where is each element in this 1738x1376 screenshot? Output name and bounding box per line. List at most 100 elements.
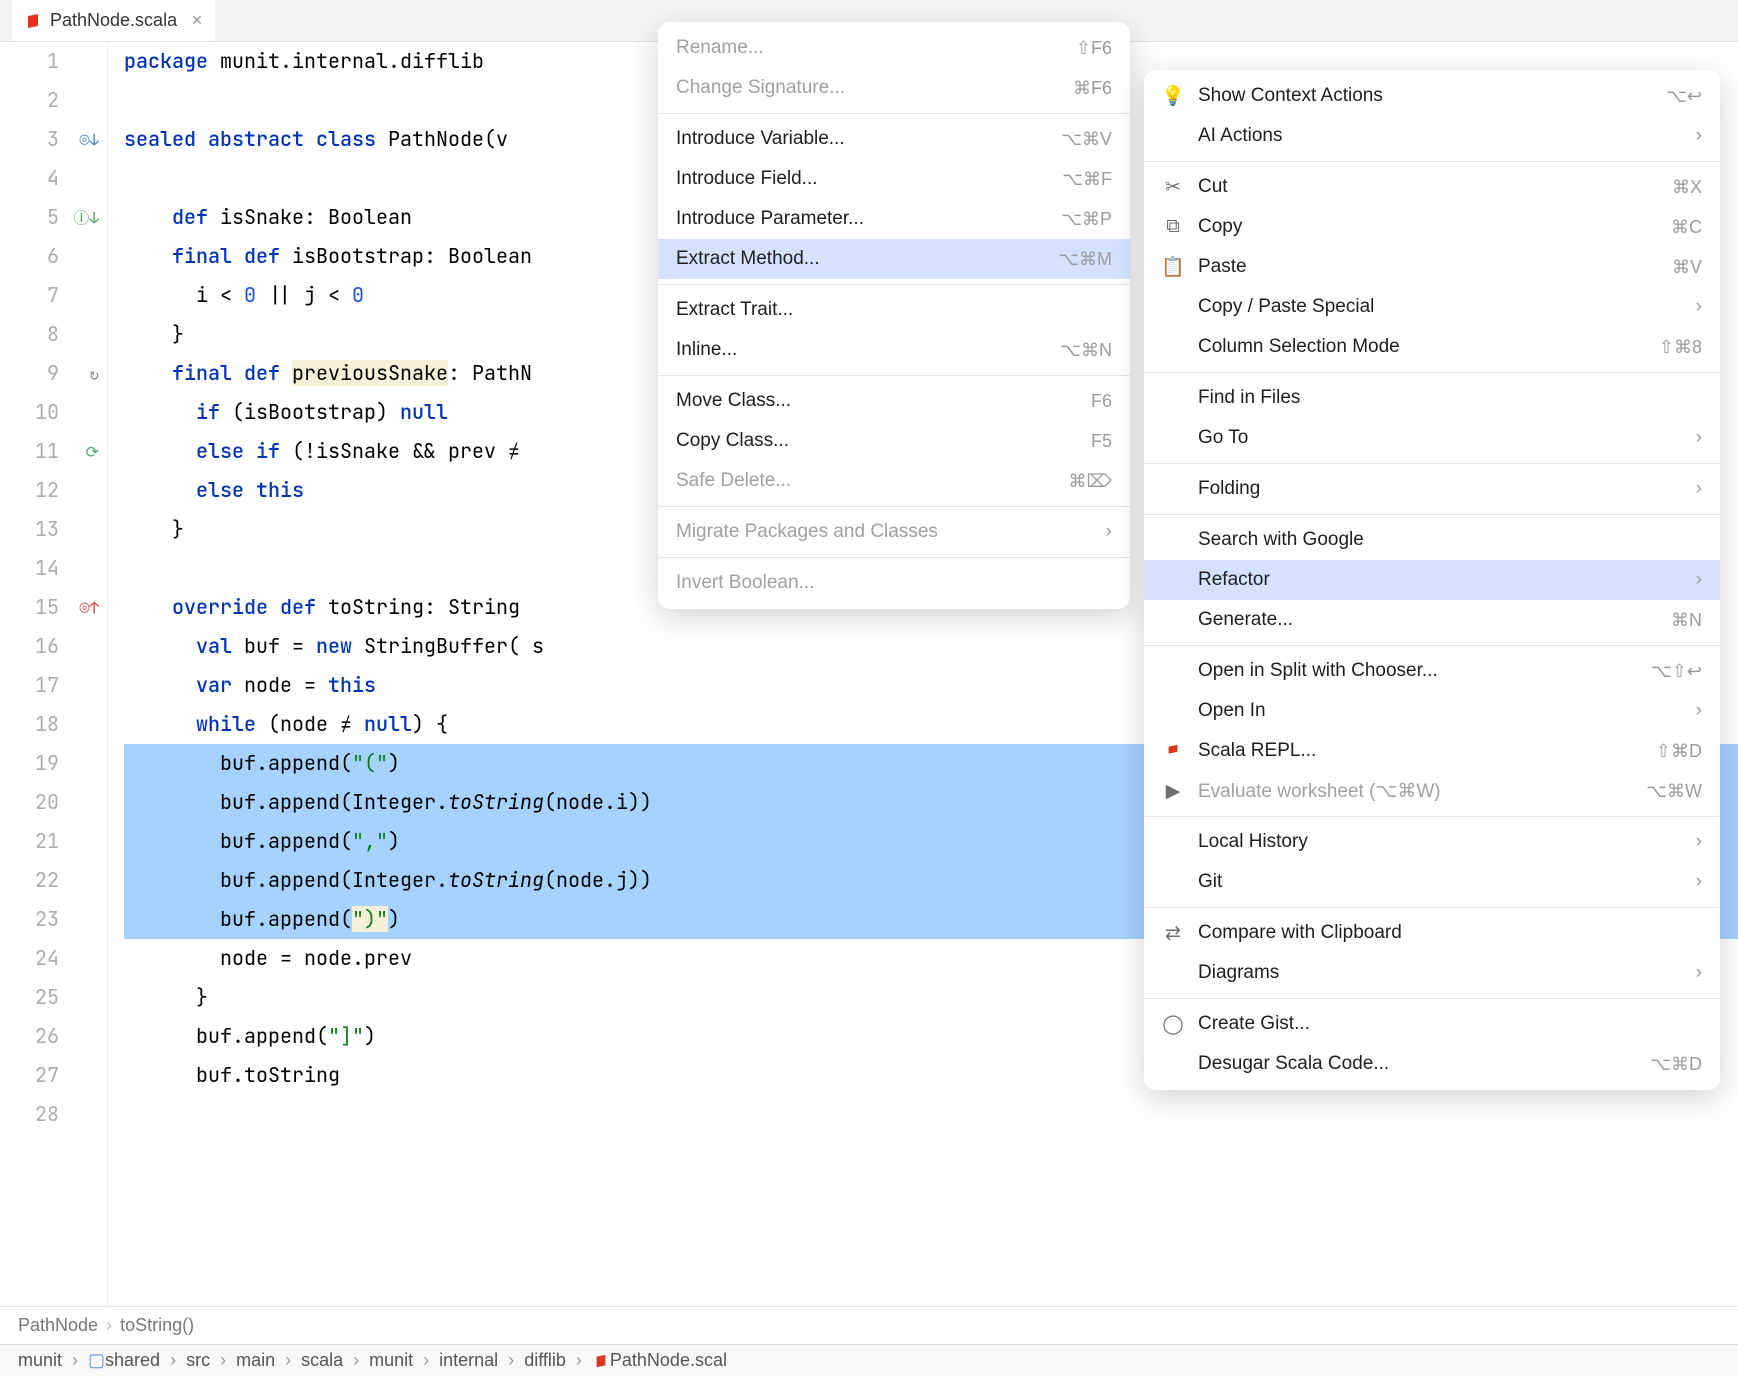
menu-separator (1144, 463, 1720, 464)
chevron-right-icon: › (285, 1350, 291, 1371)
target-icon[interactable]: ◎↓ (80, 120, 99, 159)
scala-file-icon (24, 12, 42, 30)
chevron-right-icon: › (423, 1350, 429, 1371)
chevron-right-icon: › (508, 1350, 514, 1371)
line-number: 22 (0, 861, 59, 900)
menu-separator (658, 375, 1130, 376)
recursive-icon[interactable]: ↻ (89, 354, 99, 393)
line-number: 27 (0, 1056, 59, 1095)
nav-item[interactable]: PathNode.scal (610, 1350, 727, 1371)
find-in-files-item[interactable]: Find in Files (1144, 378, 1720, 418)
copy-icon: ⧉ (1162, 216, 1184, 238)
line-number: 17 (0, 666, 59, 705)
desugar-item[interactable]: Desugar Scala Code...⌥⌘D (1144, 1044, 1720, 1084)
chevron-right-icon: › (1696, 125, 1702, 147)
clipboard-icon: 📋 (1162, 255, 1184, 279)
menu-separator (1144, 907, 1720, 908)
search-google-item[interactable]: Search with Google (1144, 520, 1720, 560)
nav-item[interactable]: scala (301, 1350, 343, 1371)
tab-close-icon[interactable]: ✕ (191, 12, 203, 29)
refactor-item[interactable]: Refactor› (1144, 560, 1720, 600)
scala-icon (1162, 744, 1184, 758)
nav-item[interactable]: munit (369, 1350, 413, 1371)
line-number: 2 (0, 81, 59, 120)
chevron-right-icon: › (1696, 962, 1702, 984)
scala-repl-item[interactable]: Scala REPL...⇧⌘D (1144, 731, 1720, 771)
nav-item[interactable]: main (236, 1350, 275, 1371)
line-number: 16 (0, 627, 59, 666)
line-number: 23 (0, 900, 59, 939)
go-to-item[interactable]: Go To› (1144, 418, 1720, 458)
editor-context-menu: 💡Show Context Actions⌥↩ AI Actions› ✂Cut… (1144, 70, 1720, 1090)
code-line (124, 1095, 1738, 1134)
local-history-item[interactable]: Local History› (1144, 822, 1720, 862)
generate-item[interactable]: Generate...⌘N (1144, 600, 1720, 640)
editor-tab[interactable]: PathNode.scala ✕ (12, 0, 215, 41)
breadcrumb-item[interactable]: toString() (120, 1315, 194, 1336)
chevron-right-icon: › (1696, 871, 1702, 893)
create-gist-item[interactable]: ◯Create Gist... (1144, 1004, 1720, 1044)
ai-actions-item[interactable]: AI Actions› (1144, 116, 1720, 156)
change-signature-item[interactable]: Change Signature...⌘F6 (658, 68, 1130, 108)
rename-item[interactable]: Rename...⇧F6 (658, 28, 1130, 68)
move-class-item[interactable]: Move Class...F6 (658, 381, 1130, 421)
line-number: 28 (0, 1095, 59, 1134)
inline-item[interactable]: Inline...⌥⌘N (658, 330, 1130, 370)
safe-delete-item[interactable]: Safe Delete...⌘⌦ (658, 461, 1130, 501)
invert-boolean-item[interactable]: Invert Boolean... (658, 563, 1130, 603)
scissors-icon: ✂ (1162, 176, 1184, 199)
chevron-right-icon: › (1696, 700, 1702, 722)
chevron-right-icon: › (220, 1350, 226, 1371)
git-item[interactable]: Git› (1144, 862, 1720, 902)
impl-icon[interactable]: Ⓘ↓ (73, 198, 99, 237)
github-icon: ◯ (1162, 1013, 1184, 1036)
nav-item[interactable]: internal (439, 1350, 498, 1371)
copy-class-item[interactable]: Copy Class...F5 (658, 421, 1130, 461)
open-split-item[interactable]: Open in Split with Chooser...⌥⇧↩ (1144, 651, 1720, 691)
chevron-right-icon: › (1696, 296, 1702, 318)
line-number: 26 (0, 1017, 59, 1056)
recursive-icon[interactable]: ⟳ (86, 432, 99, 471)
open-in-item[interactable]: Open In› (1144, 691, 1720, 731)
chevron-right-icon: › (1696, 831, 1702, 853)
introduce-variable-item[interactable]: Introduce Variable...⌥⌘V (658, 119, 1130, 159)
folding-item[interactable]: Folding› (1144, 469, 1720, 509)
menu-separator (1144, 816, 1720, 817)
nav-item[interactable]: difflib (524, 1350, 566, 1371)
line-number: 12 (0, 471, 59, 510)
nav-item[interactable]: src (186, 1350, 210, 1371)
chevron-right-icon: › (106, 1315, 112, 1336)
menu-separator (1144, 514, 1720, 515)
show-context-actions-item[interactable]: 💡Show Context Actions⌥↩ (1144, 76, 1720, 116)
copy-item[interactable]: ⧉Copy⌘C (1144, 207, 1720, 247)
editor-breadcrumb: PathNode › toString() (0, 1306, 1738, 1344)
menu-separator (658, 557, 1130, 558)
line-number: 8 (0, 315, 59, 354)
nav-breadcrumb: munit › ▢ shared › src › main › scala › munit… (0, 1344, 1738, 1376)
line-number: 18 (0, 705, 59, 744)
cut-item[interactable]: ✂Cut⌘X (1144, 167, 1720, 207)
extract-trait-item[interactable]: Extract Trait... (658, 290, 1130, 330)
override-icon[interactable]: ◎↑ (80, 588, 99, 627)
line-number: 11⟳ (0, 432, 59, 471)
extract-method-item[interactable]: Extract Method...⌥⌘M (658, 239, 1130, 279)
line-number: 9↻ (0, 354, 59, 393)
diagrams-item[interactable]: Diagrams› (1144, 953, 1720, 993)
nav-item[interactable]: shared (105, 1350, 160, 1371)
nav-item[interactable]: munit (18, 1350, 62, 1371)
chevron-right-icon: › (170, 1350, 176, 1371)
chevron-right-icon: › (353, 1350, 359, 1371)
migrate-item[interactable]: Migrate Packages and Classes› (658, 512, 1130, 552)
compare-clipboard-item[interactable]: ⇄Compare with Clipboard (1144, 913, 1720, 953)
line-number: 10 (0, 393, 59, 432)
menu-separator (1144, 372, 1720, 373)
column-selection-item[interactable]: Column Selection Mode⇧⌘8 (1144, 327, 1720, 367)
folder-icon: ▢ (88, 1350, 105, 1371)
introduce-parameter-item[interactable]: Introduce Parameter...⌥⌘P (658, 199, 1130, 239)
evaluate-worksheet-item[interactable]: ▶Evaluate worksheet (⌥⌘W)⌥⌘W (1144, 771, 1720, 811)
breadcrumb-item[interactable]: PathNode (18, 1315, 98, 1336)
paste-item[interactable]: 📋Paste⌘V (1144, 247, 1720, 287)
introduce-field-item[interactable]: Introduce Field...⌥⌘F (658, 159, 1130, 199)
line-number: 7 (0, 276, 59, 315)
copy-paste-special-item[interactable]: Copy / Paste Special› (1144, 287, 1720, 327)
